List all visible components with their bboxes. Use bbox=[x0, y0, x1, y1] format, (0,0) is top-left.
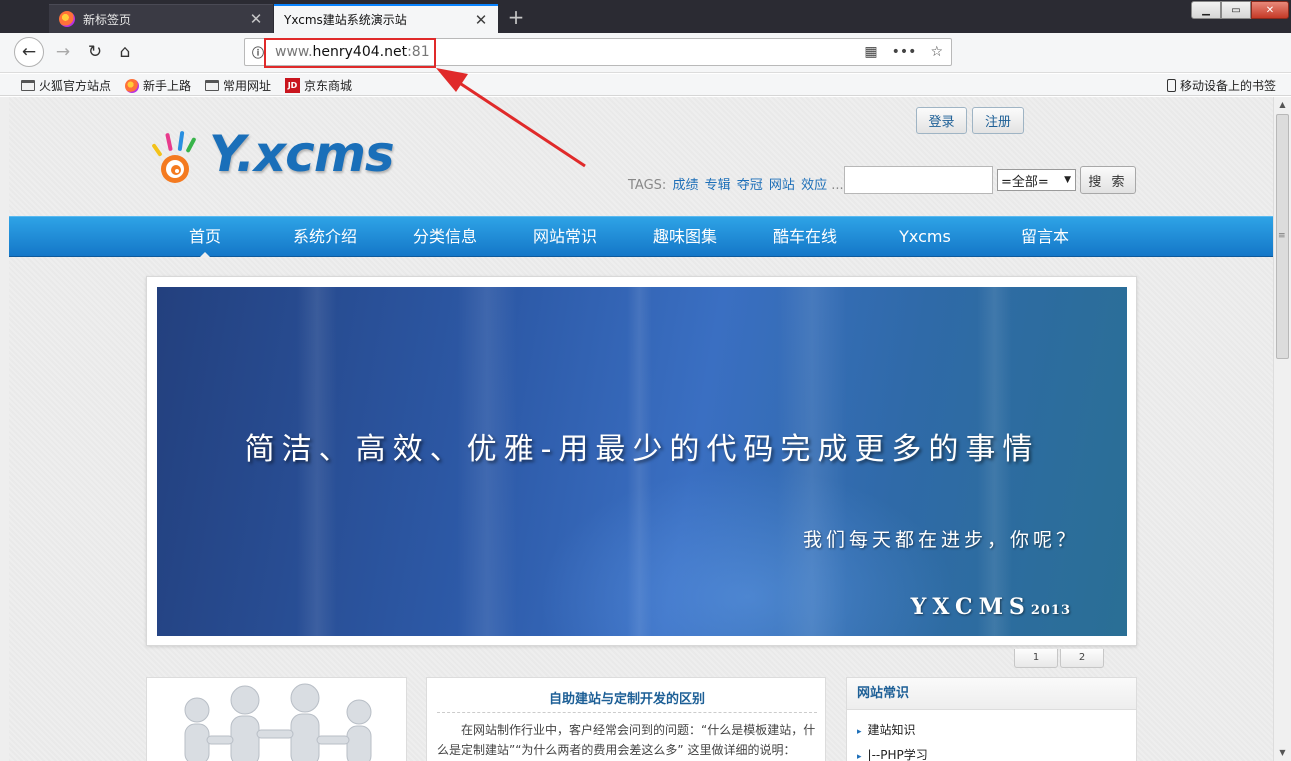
new-tab-button[interactable]: + bbox=[504, 5, 528, 29]
dropdown-arrow-icon: ▼ bbox=[1064, 175, 1071, 185]
article-excerpt: 在网站制作行业中，客户经常会问到的问题：“什么是模板建站，什么是定制建站”“为什… bbox=[437, 723, 816, 757]
bookmarks-toolbar: 火狐官方站点 新手上路 常用网址 JD 京东商城 移动设备上的书签 bbox=[0, 74, 1291, 96]
search-input[interactable] bbox=[844, 166, 993, 194]
search-scope-select[interactable]: =全部= ▼ bbox=[997, 169, 1076, 191]
scroll-down-icon[interactable]: ▼ bbox=[1274, 745, 1291, 761]
sidebar-box: 网站常识 建站知识 |--PHP学习 bbox=[846, 677, 1137, 761]
bookmark-jd[interactable]: JD 京东商城 bbox=[285, 77, 352, 94]
tab-yxcms[interactable]: Yxcms建站系统演示站 ✕ bbox=[274, 4, 498, 33]
slider-page-2[interactable]: 2 bbox=[1060, 649, 1104, 668]
divider bbox=[437, 712, 817, 713]
back-button[interactable]: ← bbox=[14, 37, 44, 67]
nav-system-intro[interactable]: 系统介绍 bbox=[275, 217, 375, 257]
banner-image: 简洁、高效、优雅-用最少的代码完成更多的事情 我们每天都在进步，你呢？ YXCM… bbox=[157, 287, 1127, 636]
banner-slider[interactable]: 简洁、高效、优雅-用最少的代码完成更多的事情 我们每天都在进步，你呢？ YXCM… bbox=[146, 276, 1137, 646]
tab-new-tab[interactable]: 新标签页 ✕ bbox=[49, 4, 273, 33]
nav-home[interactable]: 首页 bbox=[155, 217, 255, 258]
tags-bar: TAGS: 成绩 专辑 夺冠 网站 效应 ... bbox=[628, 174, 844, 193]
qr-code-icon[interactable]: ▦ bbox=[864, 44, 877, 60]
maximize-button[interactable]: ▭ bbox=[1221, 1, 1251, 19]
tag-link[interactable]: 网站 bbox=[769, 178, 795, 193]
nav-cars[interactable]: 酷车在线 bbox=[755, 217, 855, 257]
slider-page-1[interactable]: 1 bbox=[1014, 649, 1058, 668]
bookmark-firefox-official[interactable]: 火狐官方站点 bbox=[21, 77, 111, 94]
firefox-icon bbox=[125, 78, 139, 93]
home-button[interactable]: ⌂ bbox=[110, 37, 140, 67]
banner-brand: YXCMS2013 bbox=[910, 594, 1071, 620]
reload-button[interactable]: ↻ bbox=[80, 37, 110, 67]
page-actions-icon[interactable]: ••• bbox=[892, 44, 917, 60]
scroll-grip-icon: ≡ bbox=[1278, 231, 1286, 241]
sidebar-title: 网站常识 bbox=[847, 678, 1136, 710]
sidebar-item-building-knowledge[interactable]: 建站知识 bbox=[857, 721, 916, 738]
close-icon[interactable]: ✕ bbox=[472, 11, 490, 29]
tab-title: Yxcms建站系统演示站 bbox=[284, 13, 407, 27]
nav-classified[interactable]: 分类信息 bbox=[395, 217, 495, 257]
sidebar-item-php[interactable]: |--PHP学习 bbox=[857, 746, 928, 761]
article-title[interactable]: 自助建站与定制开发的区别 bbox=[427, 688, 827, 707]
nav-yxcms[interactable]: Yxcms bbox=[875, 217, 975, 257]
minimize-button[interactable]: ▁ bbox=[1191, 1, 1221, 19]
search-button[interactable]: 搜 索 bbox=[1080, 166, 1136, 194]
tags-label: TAGS: bbox=[628, 178, 667, 193]
people-image[interactable] bbox=[146, 677, 407, 761]
web-page: Y.xcms 登录 注册 TAGS: 成绩 专辑 夺冠 网站 效应 ... =全… bbox=[9, 97, 1273, 761]
url-highlight-annotation bbox=[264, 38, 436, 68]
banner-slogan: 简洁、高效、优雅-用最少的代码完成更多的事情 bbox=[244, 432, 1040, 467]
nav-toolbar: ← → ↻ ⌂ ⓘ www.henry404.net:81 ▦ ••• ☆ ⫼ … bbox=[0, 33, 1291, 95]
tag-link[interactable]: 夺冠 bbox=[737, 178, 763, 193]
folder-icon bbox=[21, 80, 35, 91]
logo-hand-icon bbox=[152, 131, 196, 183]
tab-title: 新标签页 bbox=[83, 12, 132, 27]
main-nav: 首页 系统介绍 分类信息 网站常识 趣味图集 酷车在线 Yxcms 留言本 bbox=[9, 216, 1273, 258]
folder-icon bbox=[205, 80, 219, 91]
tag-link[interactable]: 专辑 bbox=[705, 178, 731, 193]
scroll-up-icon[interactable]: ▲ bbox=[1274, 97, 1291, 113]
banner-subtitle: 我们每天都在进步，你呢？ bbox=[802, 529, 1079, 551]
nav-guestbook[interactable]: 留言本 bbox=[995, 217, 1095, 257]
people-illustration bbox=[184, 683, 372, 761]
vertical-scrollbar[interactable]: ▲ ≡ ▼ bbox=[1273, 97, 1291, 761]
nav-web-knowledge[interactable]: 网站常识 bbox=[515, 217, 615, 257]
tags-more: ... bbox=[831, 178, 844, 193]
nav-gallery[interactable]: 趣味图集 bbox=[635, 217, 735, 257]
bookmark-common-sites[interactable]: 常用网址 bbox=[205, 77, 271, 94]
site-logo[interactable]: Y.xcms bbox=[149, 119, 409, 189]
mobile-icon bbox=[1167, 79, 1176, 92]
jd-icon: JD bbox=[285, 78, 300, 93]
login-button[interactable]: 登录 bbox=[916, 107, 967, 134]
tag-link[interactable]: 效应 bbox=[801, 178, 827, 193]
tag-link[interactable]: 成绩 bbox=[672, 178, 698, 193]
bookmark-getting-started[interactable]: 新手上路 bbox=[125, 77, 191, 94]
tab-strip: 新标签页 ✕ Yxcms建站系统演示站 ✕ + ▁ ▭ ✕ bbox=[0, 0, 1291, 33]
article-card: 自助建站与定制开发的区别 在网站制作行业中，客户经常会问到的问题：“什么是模板建… bbox=[426, 677, 826, 761]
close-icon[interactable]: ✕ bbox=[247, 10, 265, 28]
firefox-icon bbox=[59, 11, 75, 27]
bookmark-star-icon[interactable]: ☆ bbox=[930, 44, 943, 60]
bookmark-mobile[interactable]: 移动设备上的书签 bbox=[1167, 77, 1276, 94]
window-close-button[interactable]: ✕ bbox=[1251, 1, 1289, 19]
forward-button[interactable]: → bbox=[48, 37, 78, 67]
page-left-margin bbox=[0, 97, 9, 761]
register-button[interactable]: 注册 bbox=[972, 107, 1024, 134]
logo-text: Y.xcms bbox=[209, 125, 395, 183]
